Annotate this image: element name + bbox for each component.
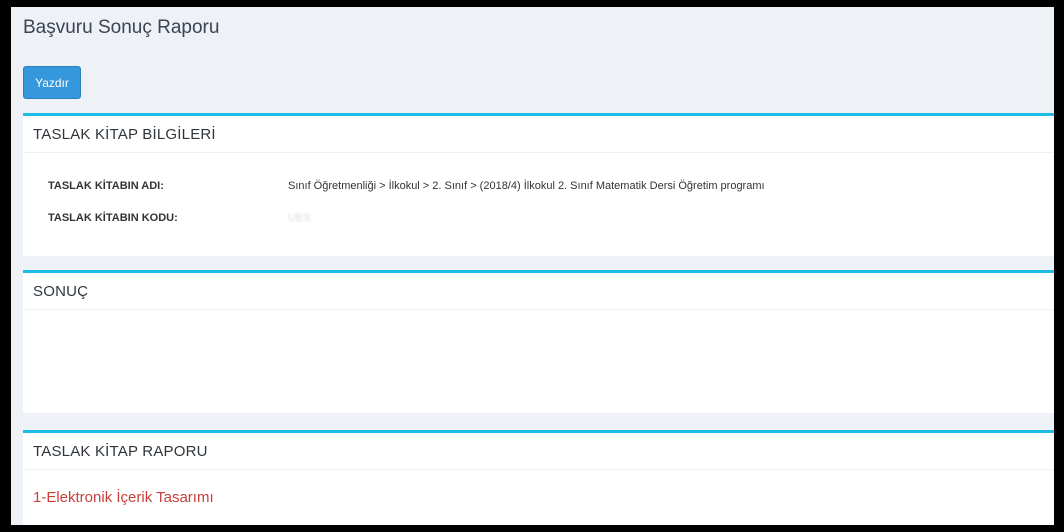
report-section-title: 1-Elektronik İçerik Tasarımı (33, 489, 214, 506)
book-name-label: TASLAK KİTABIN ADI: (48, 180, 164, 192)
page-title: Başvuru Sonuç Raporu (23, 17, 220, 38)
report-page: Başvuru Sonuç Raporu Yazdır TASLAK KİTAP… (11, 7, 1054, 525)
report-panel-title: TASLAK KİTAP RAPORU (23, 433, 1054, 470)
book-code-label: TASLAK KİTABIN KODU: (48, 212, 178, 224)
book-info-panel-title: TASLAK KİTAP BİLGİLERİ (23, 116, 1054, 153)
result-panel-title: SONUÇ (23, 273, 1054, 310)
book-code-value: UES (288, 212, 311, 224)
report-panel: TASLAK KİTAP RAPORU 1-Elektronik İçerik … (23, 430, 1054, 525)
book-name-value: Sınıf Öğretmenliği > İlkokul > 2. Sınıf … (288, 180, 765, 192)
book-info-panel: TASLAK KİTAP BİLGİLERİ TASLAK KİTABIN AD… (23, 113, 1054, 256)
result-panel: SONUÇ (23, 270, 1054, 413)
print-button[interactable]: Yazdır (23, 66, 81, 99)
